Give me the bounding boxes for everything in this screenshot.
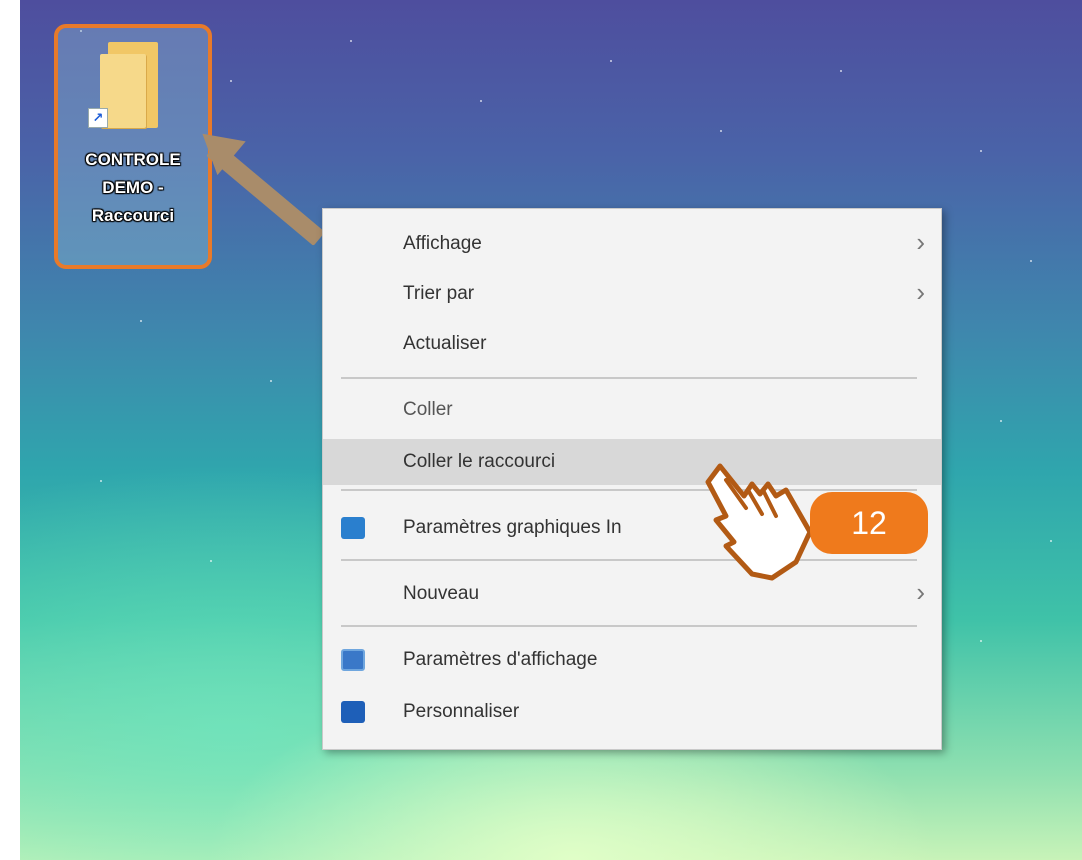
shortcut-arrow-icon: ↗ bbox=[88, 108, 108, 128]
folder-icon bbox=[100, 42, 160, 128]
chevron-right-icon: › bbox=[916, 227, 925, 257]
menu-item-personnaliser[interactable]: Personnaliser bbox=[323, 689, 941, 735]
menu-item-label: Coller le raccourci bbox=[403, 451, 556, 472]
desktop-shortcut-controle-demo[interactable]: ↗ CONTROLE DEMO - Raccourci bbox=[54, 24, 212, 269]
menu-item-affichage[interactable]: Affichage › bbox=[323, 221, 941, 267]
menu-item-label: Personnaliser bbox=[403, 701, 520, 722]
personalize-icon bbox=[341, 701, 365, 723]
step-number-badge: 12 bbox=[810, 492, 928, 554]
menu-item-label: Paramètres graphiques In bbox=[403, 517, 622, 538]
menu-item-actualiser[interactable]: Actualiser bbox=[323, 321, 941, 367]
menu-item-label: Paramètres d'affichage bbox=[403, 649, 598, 670]
menu-item-label: Coller bbox=[403, 399, 453, 420]
menu-separator bbox=[341, 377, 917, 379]
menu-item-parametres-affichage[interactable]: Paramètres d'affichage bbox=[323, 637, 941, 683]
menu-item-label: Trier par bbox=[403, 283, 475, 304]
desktop-shortcut-label: CONTROLE DEMO - Raccourci bbox=[85, 150, 181, 225]
context-menu: Affichage › Trier par › Actualiser Colle… bbox=[322, 208, 942, 750]
menu-item-coller[interactable]: Coller bbox=[323, 387, 941, 433]
menu-item-trier-par[interactable]: Trier par › bbox=[323, 271, 941, 317]
menu-item-label: Affichage bbox=[403, 233, 482, 254]
menu-item-label: Nouveau bbox=[403, 583, 480, 604]
menu-separator bbox=[341, 625, 917, 627]
menu-item-label: Actualiser bbox=[403, 333, 487, 354]
menu-item-coller-le-raccourci[interactable]: Coller le raccourci bbox=[323, 439, 941, 485]
display-icon bbox=[341, 649, 365, 671]
menu-item-nouveau[interactable]: Nouveau › bbox=[323, 571, 941, 617]
chevron-right-icon: › bbox=[916, 277, 925, 307]
chevron-right-icon: › bbox=[916, 577, 925, 607]
graphics-icon bbox=[341, 517, 365, 539]
